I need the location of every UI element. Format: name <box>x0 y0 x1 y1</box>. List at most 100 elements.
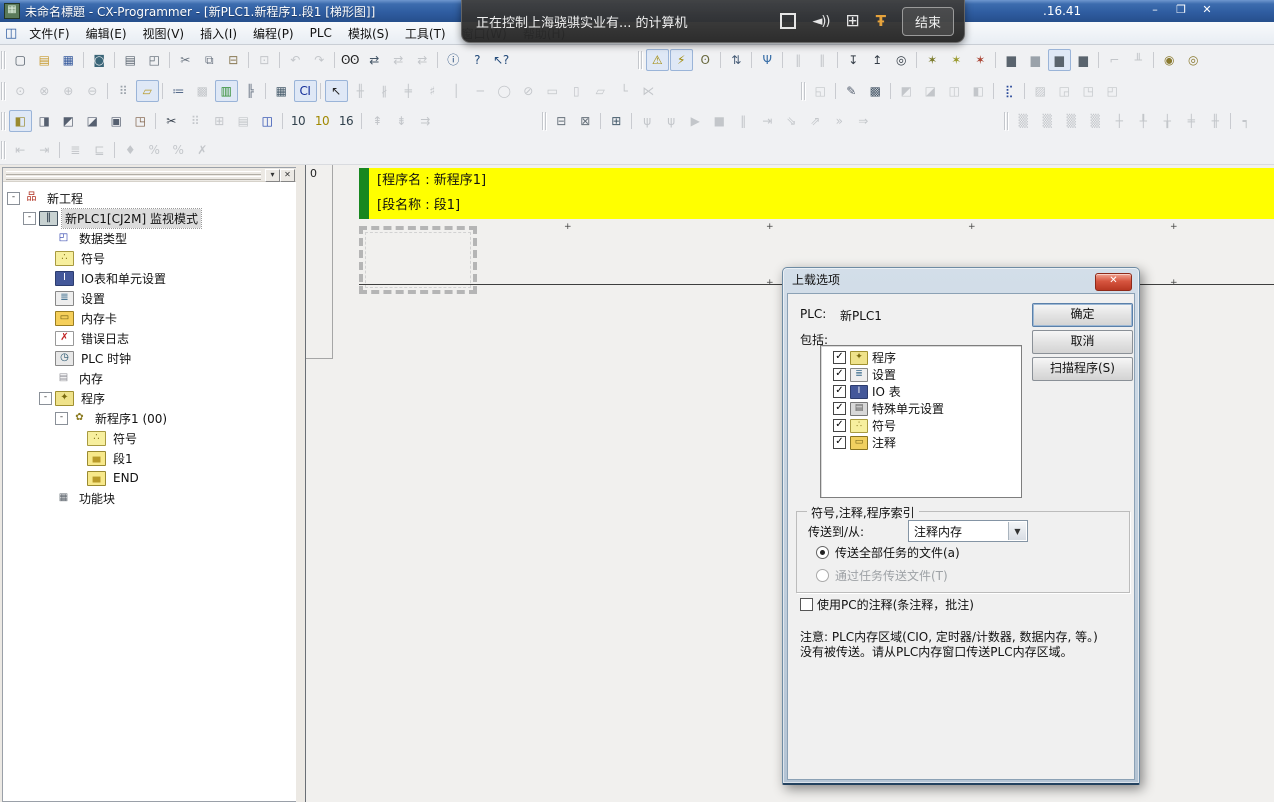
cross-reference-popup-button[interactable]: ▆ <box>1048 49 1071 71</box>
search-report-button[interactable]: ◙ <box>88 49 111 71</box>
transfer-options-button[interactable]: ⇅ <box>725 49 748 71</box>
tree-item-symbols[interactable]: ∴ 符号 <box>3 248 297 268</box>
radio-by-task[interactable]: 通过任务传送文件(T) <box>816 567 948 584</box>
menu-plc[interactable]: PLC <box>302 23 340 43</box>
tree-item-end[interactable]: ▄ END <box>3 468 297 488</box>
include-item-settings[interactable]: ✓ ≣ 设置 <box>821 366 1021 383</box>
transfer-to-plc-button[interactable]: ↧ <box>842 49 865 71</box>
properties-window-button[interactable]: ◳ <box>129 110 152 132</box>
include-checkbox[interactable]: ✓ <box>833 436 846 449</box>
toggle-grid-button[interactable]: ⠿ <box>112 80 135 102</box>
panel-menu-button[interactable]: ▾ <box>265 169 280 182</box>
online-edit-begin-button[interactable]: ⊠ <box>574 110 597 132</box>
monitor-signed-decimal-button[interactable]: 10 <box>311 110 334 132</box>
include-checkbox[interactable]: ✓ <box>833 368 846 381</box>
tree-item-section1[interactable]: ▄ 段1 <box>3 448 297 468</box>
program-hierarchy-button[interactable]: ╠ <box>239 80 262 102</box>
include-item-special-unit-setup[interactable]: ✓ ▤ 特殊单元设置 <box>821 400 1021 417</box>
find-button[interactable]: ʘʘ <box>339 49 362 71</box>
new-file-button[interactable]: ▢ <box>9 49 32 71</box>
section-name-row[interactable]: [段名称 : 段1] <box>377 193 1274 218</box>
tree-item-memory[interactable]: ▤ 内存 <box>3 368 297 388</box>
ci-view-button[interactable]: CI <box>294 80 317 102</box>
about-button[interactable]: ⓘ <box>442 49 465 71</box>
include-checkbox[interactable]: ✓ <box>833 351 846 364</box>
panel-splitter[interactable] <box>296 165 305 802</box>
context-help-button[interactable]: ↖? <box>490 49 513 71</box>
online-edit-compile-button[interactable]: ⚡ <box>670 49 693 71</box>
run-monitor-button[interactable]: ✶ <box>921 49 944 71</box>
checkbox-icon[interactable] <box>800 598 813 611</box>
tree-item-memory-card[interactable]: ▭ 内存卡 <box>3 308 297 328</box>
add-window-icon[interactable]: ⊞ <box>846 13 860 30</box>
set-protection-button[interactable]: ◉ <box>1158 49 1181 71</box>
binary-display-button[interactable]: ◫ <box>256 110 279 132</box>
speaker-icon[interactable]: ◄)) <box>812 14 829 29</box>
radio-all-tasks[interactable]: 传送全部任务的文件(a) <box>816 544 960 561</box>
compile-program-check-button[interactable]: ⚠ <box>646 49 669 71</box>
tree-item-error-log[interactable]: ✗ 错误日志 <box>3 328 297 348</box>
menu-edit[interactable]: 编辑(E) <box>78 22 135 45</box>
print-preview-button[interactable]: ◰ <box>143 49 166 71</box>
include-item-program[interactable]: ✓ ✦ 程序 <box>821 349 1021 366</box>
program-name-row[interactable]: [程序名 : 新程序1] <box>377 168 1274 193</box>
work-online-simulator-button[interactable]: Ψ <box>756 49 779 71</box>
address-reference-tool-button[interactable]: ▆ <box>1072 49 1095 71</box>
find-warning-button[interactable]: ʘ <box>694 49 717 71</box>
panel-header[interactable]: ▾ ✕ <box>3 168 297 182</box>
copy-button[interactable]: ⧉ <box>198 49 221 71</box>
watch-window-2-button[interactable]: ▆ <box>1024 49 1047 71</box>
tree-item-new-program1[interactable]: - ✿ 新程序1 (00) <box>3 408 297 428</box>
pause-monitor-update-button[interactable]: ✶ <box>945 49 968 71</box>
cancel-monitor-button[interactable]: ✶ <box>969 49 992 71</box>
online-edit-send-button[interactable]: ⊟ <box>550 110 573 132</box>
toolbox-icon[interactable]: Ŧ <box>876 14 886 29</box>
menu-view[interactable]: 视图(V) <box>135 22 193 45</box>
close-button[interactable]: ✕ <box>1194 2 1220 19</box>
expander-icon[interactable]: - <box>39 392 52 405</box>
open-file-button[interactable]: ▤ <box>33 49 56 71</box>
toggle-address-window-button[interactable]: ▣ <box>105 110 128 132</box>
monitor-hex-button[interactable]: 16 <box>335 110 358 132</box>
cut-button[interactable]: ✂ <box>174 49 197 71</box>
tree-item-io-table-unit-setup[interactable]: I IO表和单元设置 <box>3 268 297 288</box>
toggle-xref-window-button[interactable]: ◪ <box>81 110 104 132</box>
chevron-down-icon[interactable]: ▼ <box>1008 522 1026 540</box>
toggle-watch-window-button[interactable]: ◩ <box>57 110 80 132</box>
include-item-comments[interactable]: ✓ ▭ 注释 <box>821 434 1021 451</box>
include-checkbox[interactable]: ✓ <box>833 419 846 432</box>
menu-insert[interactable]: 插入(I) <box>192 22 245 45</box>
tree-item-plc-clock[interactable]: ◷ PLC 时钟 <box>3 348 297 368</box>
tree-item-program-symbols[interactable]: ∴ 符号 <box>3 428 297 448</box>
compare-with-plc-button[interactable]: ◎ <box>890 49 913 71</box>
expander-icon[interactable]: - <box>55 412 68 425</box>
paste-button[interactable]: ⊟ <box>222 49 245 71</box>
print-button[interactable]: ▤ <box>119 49 142 71</box>
monitor-in-rung-button[interactable]: ▥ <box>215 80 238 102</box>
tree-item-settings[interactable]: ≣ 设置 <box>3 288 297 308</box>
menu-file[interactable]: 文件(F) <box>21 22 77 45</box>
comment-rows[interactable]: [程序名 : 新程序1] [段名称 : 段1] <box>369 168 1274 219</box>
expander-icon[interactable]: - <box>7 192 20 205</box>
data-trace-button[interactable]: ▩ <box>864 80 887 102</box>
tree-item-new-project[interactable]: - 品 新工程 <box>3 188 297 208</box>
show-rung-comments-button[interactable]: ≔ <box>167 80 190 102</box>
toggle-output-window-button[interactable]: ◨ <box>33 110 56 132</box>
differential-trace-button[interactable]: ✎ <box>840 80 863 102</box>
release-protection-button[interactable]: ◎ <box>1182 49 1205 71</box>
include-checkbox[interactable]: ✓ <box>833 385 846 398</box>
tree-item-programs[interactable]: - ✦ 程序 <box>3 388 297 408</box>
ok-button[interactable]: 确定 <box>1032 303 1133 327</box>
select-mode-button[interactable]: ↖ <box>325 80 348 102</box>
menu-tools[interactable]: 工具(T) <box>397 22 454 45</box>
tree-item-function-blocks[interactable]: ▦ 功能块 <box>3 488 297 508</box>
replace-button[interactable]: ⇄ <box>363 49 386 71</box>
online-edit-cancel-button[interactable]: ⊞ <box>605 110 628 132</box>
menu-program[interactable]: 编程(P) <box>245 22 302 45</box>
transfer-memory-select[interactable]: 注释内存 ▼ <box>908 520 1028 542</box>
help-button[interactable]: ? <box>466 49 489 71</box>
symbol-tree-button[interactable]: ⣏ <box>998 80 1021 102</box>
include-item-io-table[interactable]: ✓ I IO 表 <box>821 383 1021 400</box>
end-session-button[interactable]: 结束 <box>902 7 954 36</box>
tree-item-data-types[interactable]: ◰ 数据类型 <box>3 228 297 248</box>
